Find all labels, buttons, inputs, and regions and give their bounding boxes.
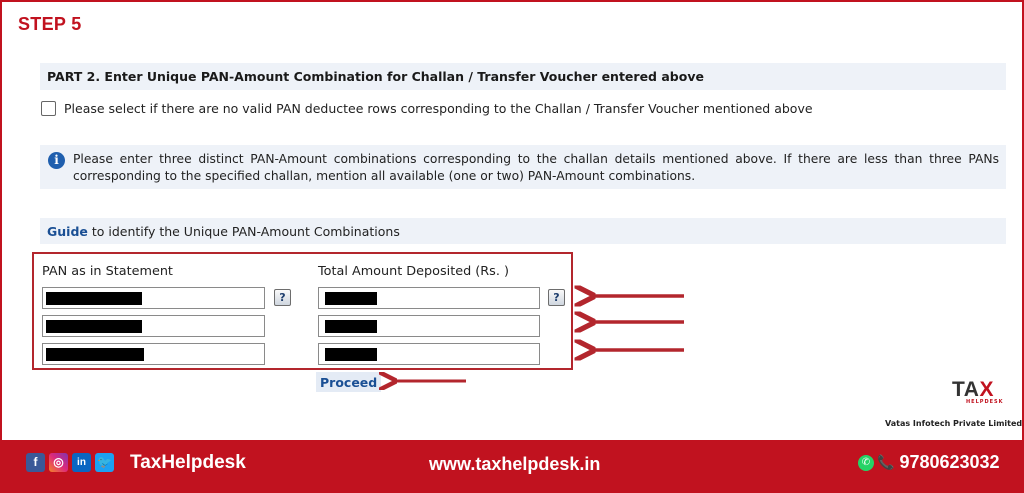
phone-icon: 📞 <box>877 454 895 471</box>
proceed-button[interactable]: Proceed <box>316 372 382 392</box>
twitter-icon[interactable]: 🐦 <box>95 453 114 472</box>
amount-help-icon[interactable]: ? <box>548 289 565 306</box>
pan-input-1[interactable] <box>42 287 265 309</box>
footer-phone[interactable]: 9780623032 <box>899 452 999 473</box>
amount-input-2[interactable] <box>318 315 540 337</box>
facebook-icon[interactable]: f <box>26 453 45 472</box>
amount-input-1[interactable] <box>318 287 540 309</box>
no-valid-pan-label: Please select if there are no valid PAN … <box>64 101 813 116</box>
taxhelpdesk-logo: TAX HELPDESK <box>952 378 1012 405</box>
redacted-value <box>46 320 142 333</box>
redacted-value <box>46 348 144 361</box>
instagram-icon[interactable]: ◎ <box>49 453 68 472</box>
no-valid-pan-row: Please select if there are no valid PAN … <box>41 101 813 116</box>
amount-input-3[interactable] <box>318 343 540 365</box>
pan-help-icon[interactable]: ? <box>274 289 291 306</box>
guide-text: to identify the Unique PAN-Amount Combin… <box>87 224 400 239</box>
logo-x: X <box>979 378 994 401</box>
info-text: Please enter three distinct PAN-Amount c… <box>73 152 999 183</box>
info-icon: i <box>48 152 65 169</box>
footer-contact: ✆ 📞 9780623032 <box>858 452 1000 473</box>
linkedin-icon[interactable]: in <box>72 453 91 472</box>
amount-column-header: Total Amount Deposited (Rs. ) <box>318 264 509 279</box>
redacted-value <box>325 292 377 305</box>
redacted-value <box>46 292 142 305</box>
redacted-value <box>325 348 377 361</box>
footer-website[interactable]: www.taxhelpdesk.in <box>429 454 600 475</box>
pan-column-header: PAN as in Statement <box>42 264 173 279</box>
info-message: i Please enter three distinct PAN-Amount… <box>40 145 1006 189</box>
pan-input-3[interactable] <box>42 343 265 365</box>
guide-bar: Guide to identify the Unique PAN-Amount … <box>40 218 1006 244</box>
no-valid-pan-checkbox[interactable] <box>41 101 56 116</box>
social-icons: f ◎ in 🐦 <box>26 453 114 472</box>
pan-input-2[interactable] <box>42 315 265 337</box>
logo-text: TA <box>952 378 980 401</box>
pan-amount-table: PAN as in Statement Total Amount Deposit… <box>32 252 573 370</box>
footer-bar: f ◎ in 🐦 TaxHelpdesk www.taxhelpdesk.in … <box>0 440 1024 493</box>
whatsapp-icon: ✆ <box>858 454 874 471</box>
redacted-value <box>325 320 377 333</box>
guide-link[interactable]: Guide <box>47 224 88 239</box>
footer-brand[interactable]: TaxHelpdesk <box>130 452 246 474</box>
part-2-header: PART 2. Enter Unique PAN-Amount Combinat… <box>40 63 1006 90</box>
step-title: STEP 5 <box>18 14 82 34</box>
company-name: Vatas Infotech Private Limited <box>885 419 1023 428</box>
